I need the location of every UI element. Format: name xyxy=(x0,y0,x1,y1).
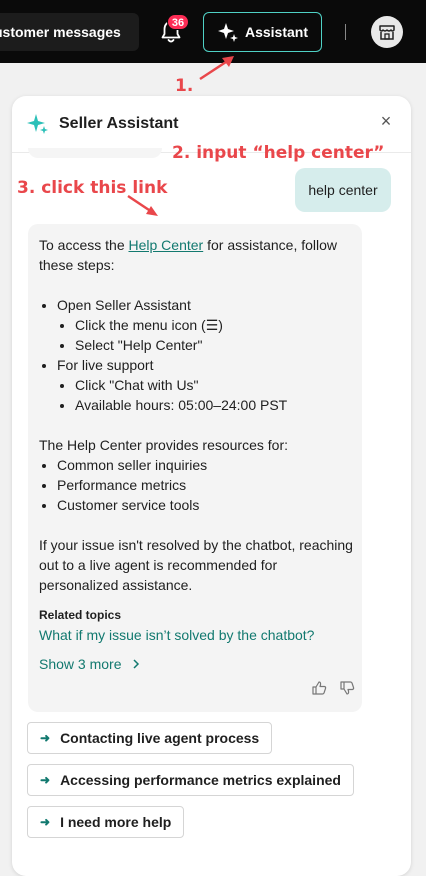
annotation-arrows xyxy=(127,56,234,216)
annotation-step-2: 2. input “help center” xyxy=(172,143,385,163)
annotation-step-3: 3. click this link xyxy=(17,178,168,198)
annotation-step-1: 1. xyxy=(175,76,194,96)
